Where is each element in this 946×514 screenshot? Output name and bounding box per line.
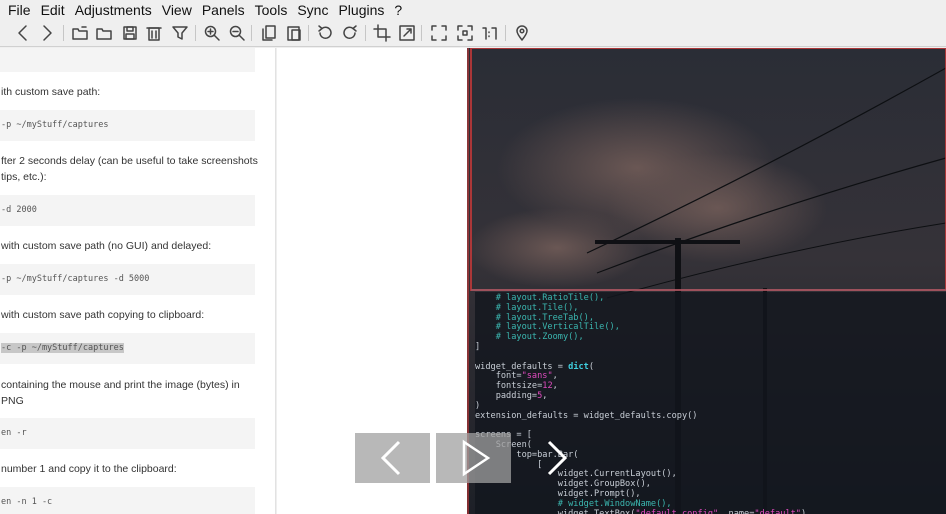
menu-edit[interactable]: Edit bbox=[36, 0, 70, 20]
code-token: # layout.Zoomy(), bbox=[475, 332, 584, 343]
document-panel: ith custom save path: -p ~/myStuff/captu… bbox=[0, 48, 276, 514]
open-folder-icon[interactable] bbox=[93, 22, 115, 44]
code-token: 12 bbox=[542, 381, 553, 392]
code-token: , bbox=[552, 381, 558, 392]
code-token: extension_defaults = widget_defaults.cop… bbox=[475, 410, 698, 421]
code-line: # layout.Zoomy(), bbox=[475, 332, 946, 343]
code-token: , name= bbox=[718, 508, 755, 514]
menu-plugins[interactable]: Plugins bbox=[333, 0, 389, 20]
previous-image-button[interactable] bbox=[355, 433, 430, 483]
code-block: -p ~/myStuff/captures -d 5000 bbox=[0, 264, 255, 295]
rotate-right-icon[interactable] bbox=[339, 22, 361, 44]
menu-tools[interactable]: Tools bbox=[250, 0, 293, 20]
code-token: widget.TextBox( bbox=[475, 508, 636, 514]
fit-icon[interactable] bbox=[454, 22, 476, 44]
delete-icon[interactable] bbox=[143, 22, 165, 44]
crop-icon[interactable] bbox=[371, 22, 393, 44]
doc-text: containing the mouse and print the image… bbox=[1, 379, 240, 407]
code-line: widget.TextBox("default config", name="d… bbox=[475, 508, 946, 514]
code-token: , bbox=[552, 371, 558, 382]
code-block: en -r bbox=[0, 418, 255, 449]
code-token: padding= bbox=[475, 390, 538, 401]
resize-icon[interactable] bbox=[396, 22, 418, 44]
code-token: ( bbox=[588, 361, 595, 372]
doc-text: tips, etc.): bbox=[1, 171, 47, 183]
toolbar bbox=[0, 20, 946, 47]
menu-sync[interactable]: Sync bbox=[292, 0, 333, 20]
code-token: ] bbox=[475, 341, 481, 352]
save-icon[interactable] bbox=[119, 22, 141, 44]
doc-text: number 1 and copy it to the clipboard: bbox=[1, 463, 177, 475]
play-slideshow-button[interactable] bbox=[436, 433, 511, 483]
menu-panels[interactable]: Panels bbox=[197, 0, 250, 20]
menu-bar: File Edit Adjustments View Panels Tools … bbox=[0, 0, 946, 20]
code-token: dict bbox=[568, 361, 589, 372]
toolbar-separator bbox=[63, 25, 64, 41]
zoom-out-icon[interactable] bbox=[226, 22, 248, 44]
code-token: ) bbox=[475, 400, 481, 411]
code-token: widget.Prompt(), bbox=[475, 488, 641, 499]
code-token: # layout.RatioTile(), bbox=[475, 293, 605, 303]
toolbar-separator bbox=[195, 25, 196, 41]
location-icon[interactable] bbox=[511, 22, 533, 44]
code-token: "default" bbox=[754, 508, 801, 514]
code-token: widget_defaults = bbox=[475, 361, 569, 372]
actual-size-icon[interactable] bbox=[479, 22, 501, 44]
code-token: # layout.TreeTab(), bbox=[475, 312, 594, 323]
menu-help[interactable]: ? bbox=[389, 0, 407, 20]
toolbar-separator bbox=[421, 25, 422, 41]
code-token: # widget.WindowName(), bbox=[475, 498, 672, 509]
new-folder-icon[interactable] bbox=[69, 22, 91, 44]
next-image-button[interactable] bbox=[517, 433, 592, 483]
toolbar-separator bbox=[365, 25, 366, 41]
code-token: # layout.VerticalTile(), bbox=[475, 322, 620, 333]
paste-icon[interactable] bbox=[283, 22, 305, 44]
selected-code: -c -p ~/myStuff/captures bbox=[1, 343, 124, 353]
copy-icon[interactable] bbox=[258, 22, 280, 44]
code-line: extension_defaults = widget_defaults.cop… bbox=[475, 410, 946, 422]
code-token: # layout.Tile(), bbox=[475, 302, 579, 313]
code-line: padding=5, bbox=[475, 390, 946, 402]
code-token: font= bbox=[475, 371, 522, 382]
toolbar-separator bbox=[505, 25, 506, 41]
fullscreen-icon[interactable] bbox=[428, 22, 450, 44]
menu-file[interactable]: File bbox=[0, 0, 36, 20]
chevron-right-icon bbox=[547, 440, 567, 476]
zoom-in-icon[interactable] bbox=[201, 22, 223, 44]
menu-view[interactable]: View bbox=[157, 0, 197, 20]
code-block bbox=[0, 48, 255, 72]
code-token: fontsize= bbox=[475, 381, 543, 392]
doc-text: ith custom save path: bbox=[1, 86, 101, 98]
doc-text: with custom save path (no GUI) and delay… bbox=[1, 240, 212, 252]
doc-text: with custom save path copying to clipboa… bbox=[1, 309, 205, 321]
code-token: , bbox=[542, 390, 548, 401]
toolbar-separator bbox=[308, 25, 309, 41]
code-block: -p ~/myStuff/captures bbox=[0, 110, 255, 141]
code-token: ), bbox=[800, 508, 812, 514]
code-block: -d 2000 bbox=[0, 195, 255, 226]
forward-icon[interactable] bbox=[36, 22, 58, 44]
code-token: "sans" bbox=[521, 371, 553, 382]
rotate-left-icon[interactable] bbox=[314, 22, 336, 44]
chevron-left-icon bbox=[380, 440, 400, 476]
play-icon bbox=[462, 439, 490, 477]
code-line: ] bbox=[475, 341, 946, 353]
filter-icon[interactable] bbox=[169, 22, 191, 44]
code-token: "default config" bbox=[635, 508, 719, 514]
menu-adjustments[interactable]: Adjustments bbox=[70, 0, 157, 20]
back-icon[interactable] bbox=[12, 22, 34, 44]
doc-text: fter 2 seconds delay (can be useful to t… bbox=[1, 155, 258, 167]
code-block: -c -p ~/myStuff/captures bbox=[0, 333, 255, 364]
toolbar-separator bbox=[251, 25, 252, 41]
code-block: en -n 1 -c bbox=[0, 487, 255, 514]
